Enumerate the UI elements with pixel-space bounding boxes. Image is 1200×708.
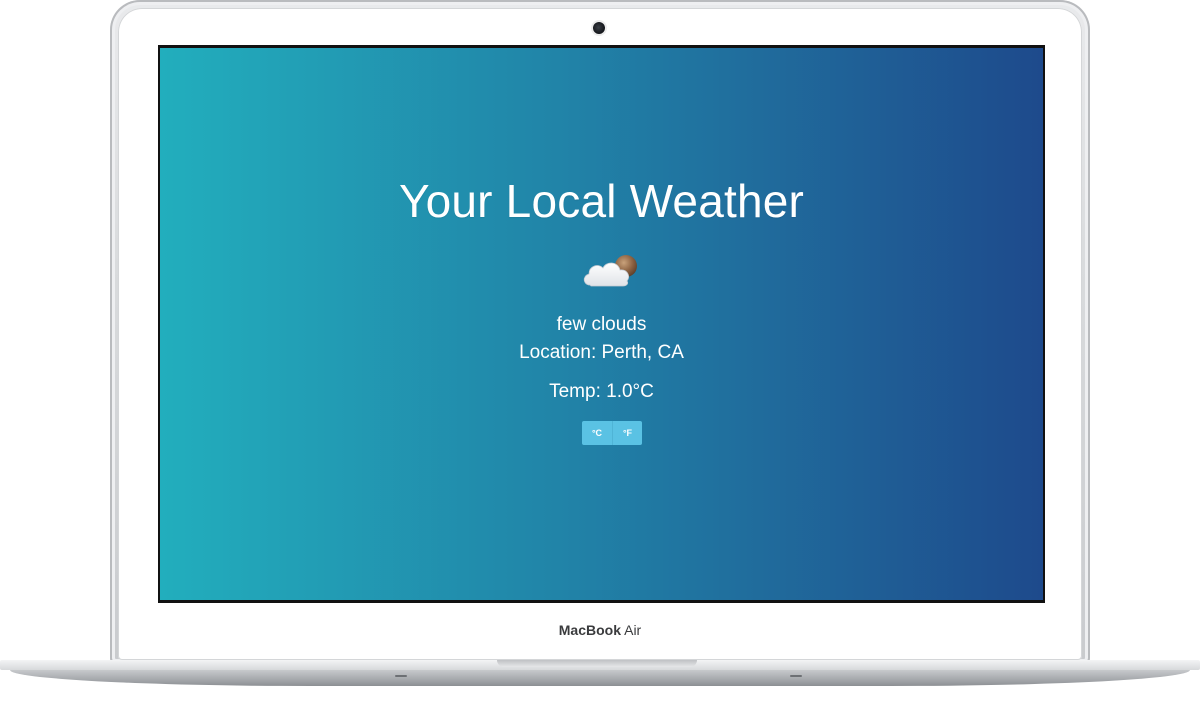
laptop-mockup: Your Local Weather few clouds Location: …: [0, 0, 1200, 708]
celsius-button[interactable]: °C: [582, 421, 612, 445]
camera-icon: [593, 22, 605, 34]
brand-name: MacBook: [558, 622, 621, 638]
fahrenheit-button[interactable]: °F: [612, 421, 642, 445]
location-text: Location: Perth, CA: [519, 342, 684, 363]
page-title: Your Local Weather: [398, 175, 805, 227]
laptop-screen: Your Local Weather few clouds Location: …: [158, 45, 1045, 603]
base-foot-left: [395, 675, 407, 677]
weather-app: Your Local Weather few clouds Location: …: [160, 48, 1043, 600]
few-clouds-icon: [583, 255, 637, 287]
lid-opening-notch: [497, 660, 697, 667]
temperature-text: Temp: 1.0°C: [549, 381, 654, 402]
unit-toggle-group: °C °F: [582, 421, 642, 445]
base-body: [10, 670, 1190, 686]
laptop-base: [0, 660, 1200, 688]
device-brand-label: MacBook Air: [0, 622, 1200, 638]
weather-description: few clouds: [556, 314, 647, 335]
base-foot-right: [790, 675, 802, 677]
brand-model: Air: [624, 622, 642, 638]
